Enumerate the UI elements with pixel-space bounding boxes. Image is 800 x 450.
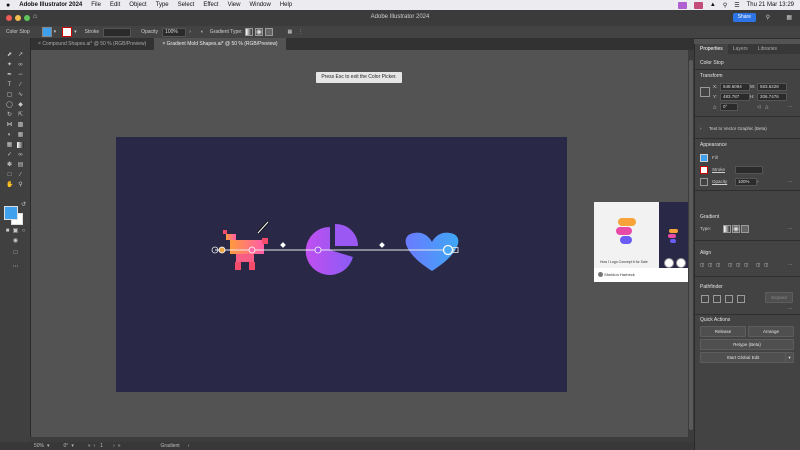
y-field[interactable]: 483.787 [720, 93, 750, 101]
zoom-level[interactable]: 50% [34, 443, 44, 449]
more-options-icon[interactable]: ⋯ [788, 262, 793, 268]
tab-layers[interactable]: Layers [728, 44, 753, 54]
flip-vertical-icon[interactable]: △ [765, 104, 768, 110]
flip-horizontal-icon[interactable]: ◁ [757, 104, 760, 110]
divider [695, 116, 800, 117]
stroke-label[interactable]: Stroke [712, 167, 725, 172]
divider [695, 190, 800, 191]
fill-color-swatch[interactable] [4, 206, 18, 220]
align-center-icon[interactable]: ◫ [708, 262, 712, 268]
freeform-gradient-icon[interactable] [741, 225, 749, 233]
first-artboard-icon[interactable]: « [88, 443, 91, 449]
y-label: Y: [713, 94, 718, 99]
align-right-icon[interactable]: ◫ [716, 262, 720, 268]
retype-button[interactable]: Retype (Beta) [700, 339, 794, 350]
opacity-field[interactable]: 100% [735, 178, 757, 186]
fill-label[interactable]: Fill [712, 155, 718, 160]
chevron-right-icon[interactable]: › [757, 179, 759, 184]
eyedropper-cursor-icon [256, 220, 270, 235]
divider [695, 276, 800, 277]
pie-shape[interactable] [305, 223, 359, 275]
chevron-down-icon[interactable]: ▾ [71, 443, 74, 449]
logo-icon [616, 218, 636, 244]
align-left-icon[interactable]: ◫ [700, 262, 704, 268]
scroll-thumb[interactable] [689, 60, 693, 430]
fill-swatch[interactable] [700, 154, 708, 162]
video-caption: How I Logo Concept It for Sale [600, 260, 648, 264]
divider [695, 138, 800, 139]
next-button-icon[interactable] [676, 258, 686, 268]
align-top-icon[interactable]: ◫ [728, 262, 732, 268]
align-middle-icon[interactable]: ◫ [736, 262, 740, 268]
angle-field[interactable]: 0° [720, 103, 738, 111]
divider [695, 314, 800, 315]
prev-artboard-icon[interactable]: ‹ [94, 443, 96, 449]
text-to-vector-link[interactable]: Text to Vector Graphic (Beta) [709, 126, 767, 131]
more-options-icon[interactable]: ⋯ [788, 179, 793, 185]
more-options-icon[interactable]: ⋯ [788, 104, 793, 110]
avatar [598, 272, 603, 278]
gradient-title: Gradient [700, 214, 720, 220]
align-bottom-icon[interactable]: ◫ [744, 262, 748, 268]
current-tool: Gradient [160, 443, 180, 449]
transform-title: Transform [700, 73, 723, 79]
h-label: H: [750, 94, 755, 99]
more-options-icon[interactable]: ⋯ [788, 226, 793, 232]
tab-properties[interactable]: Properties [695, 44, 728, 54]
divider [695, 240, 800, 241]
artboard-number[interactable]: 1 [100, 443, 103, 449]
chevron-right-icon[interactable]: › [700, 126, 702, 131]
start-global-edit-button[interactable]: Start Global Edit [700, 352, 786, 363]
chevron-down-icon[interactable]: ▾ [785, 352, 794, 363]
h-field[interactable]: 206.7476 [757, 93, 787, 101]
intersect-icon[interactable] [725, 295, 733, 303]
chevron-down-icon[interactable]: ▾ [47, 443, 50, 449]
play-button-icon[interactable] [664, 258, 674, 268]
properties-panel: Properties Layers Libraries Color Stop T… [694, 44, 800, 450]
next-artboard-icon[interactable]: › [113, 443, 115, 449]
gradient-type-label: Type: [700, 226, 712, 231]
distribute-icon[interactable]: ◫ [764, 262, 768, 268]
quick-actions-title: Quick Actions [700, 317, 731, 323]
stroke-weight-field[interactable] [735, 166, 763, 174]
tab-libraries[interactable]: Libraries [753, 44, 782, 54]
expand-button[interactable]: Expand [765, 292, 793, 303]
arrange-button[interactable]: Arrange [748, 326, 794, 337]
appearance-title: Appearance [700, 142, 727, 148]
distribute-icon[interactable]: ◫ [756, 262, 760, 268]
logo-icon-small [668, 229, 678, 243]
context-label: Color Stop [700, 60, 724, 66]
last-artboard-icon[interactable]: » [118, 443, 121, 449]
unite-icon[interactable] [701, 295, 709, 303]
stroke-swatch[interactable] [700, 166, 708, 174]
minus-front-icon[interactable] [713, 295, 721, 303]
x-field[interactable]: 548.6094 [720, 83, 750, 91]
exclude-icon[interactable] [737, 295, 745, 303]
x-label: X: [713, 84, 718, 89]
align-title: Align [700, 250, 712, 256]
video-overlay[interactable]: How I Logo Concept It for Sale Sheldon H… [594, 202, 688, 282]
divider [695, 69, 800, 70]
chevron-right-icon[interactable]: › [188, 443, 190, 449]
channel-name: Sheldon Harbeck [598, 272, 635, 278]
reference-point-icon[interactable] [700, 87, 710, 97]
rotate-icon[interactable]: △ [713, 104, 716, 110]
pathfinder-title: Pathfinder [700, 284, 723, 290]
opacity-label[interactable]: Opacity [712, 179, 727, 184]
panel-tabs: Properties Layers Libraries [695, 44, 800, 54]
opacity-icon [700, 178, 708, 186]
status-bar: 50% ▾ 0° ▾ « ‹ 1 › » Gradient › [0, 442, 694, 450]
radial-gradient-icon[interactable] [732, 225, 740, 233]
release-button[interactable]: Release [700, 326, 746, 337]
linear-gradient-icon[interactable] [723, 225, 731, 233]
w-field[interactable]: 583.6228 [757, 83, 787, 91]
w-label: W: [750, 84, 756, 89]
rotate-view[interactable]: 0° [64, 443, 69, 449]
channel-label: Sheldon Harbeck [604, 272, 635, 277]
more-options-icon[interactable]: ⋯ [788, 306, 793, 312]
